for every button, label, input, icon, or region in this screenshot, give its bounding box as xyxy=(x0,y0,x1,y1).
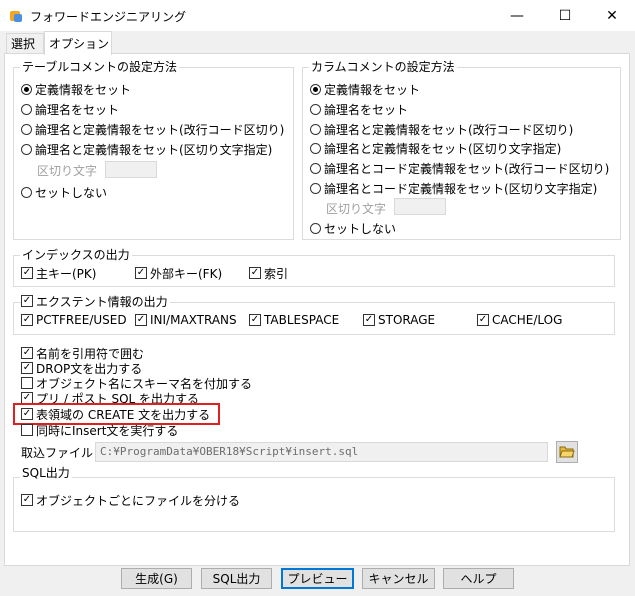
checkbox-icon: ✓ xyxy=(21,362,33,374)
column-comment-option-logical-def-delimiter[interactable]: 論理名と定義情報をセット(区切り文字指定) xyxy=(310,139,561,157)
radio-icon xyxy=(21,103,32,115)
app-icon xyxy=(8,8,24,24)
option-label: 論理名とコード定義情報をセット(改行コード区切り) xyxy=(324,161,610,176)
column-comment-option-definition[interactable]: 定義情報をセット xyxy=(310,80,420,98)
column-delimiter-input[interactable] xyxy=(394,198,446,215)
table-comment-option-definition[interactable]: 定義情報をセット xyxy=(21,80,131,98)
extent-initrans-checkbox[interactable]: ✓ INI/MAXTRANS xyxy=(135,311,237,329)
table-comment-option-logical-def-delimiter[interactable]: 論理名と定義情報をセット(区切り文字指定) xyxy=(21,140,272,158)
extent-cachelog-checkbox[interactable]: ✓ CACHE/LOG xyxy=(477,311,562,329)
index-index-checkbox[interactable]: ✓ 索引 xyxy=(249,264,288,282)
radio-icon xyxy=(21,186,32,198)
column-delimiter-label: 区切り文字 xyxy=(326,201,387,216)
option-label: CACHE/LOG xyxy=(492,313,563,327)
cancel-button[interactable]: キャンセル xyxy=(362,568,435,589)
minimize-button[interactable]: — xyxy=(494,0,540,31)
index-fk-checkbox[interactable]: ✓ 外部キー(FK) xyxy=(135,264,222,282)
table-comment-option-logical[interactable]: 論理名をセット xyxy=(21,100,119,118)
checkbox-icon xyxy=(21,424,33,436)
checkbox-icon: ✓ xyxy=(21,295,33,307)
sql-output-button[interactable]: SQL出力 xyxy=(201,568,272,589)
radio-icon xyxy=(310,103,321,115)
radio-icon xyxy=(310,123,321,135)
extent-output-checkbox[interactable]: ✓ エクステント情報の出力 xyxy=(21,292,170,310)
option-label: 論理名をセット xyxy=(35,102,120,117)
maximize-icon: ☐ xyxy=(558,7,572,24)
table-delimiter-label: 区切り文字 xyxy=(37,163,98,178)
minimize-icon: — xyxy=(510,7,524,24)
option-label: STORAGE xyxy=(378,313,436,327)
help-button[interactable]: ヘルプ xyxy=(443,568,514,589)
radio-icon xyxy=(310,222,321,234)
radio-icon xyxy=(310,182,321,194)
option-label: 論理名と定義情報をセット(改行コード区切り) xyxy=(324,122,574,137)
index-output-title: インデックスの出力 xyxy=(20,248,132,262)
checkbox-icon: ✓ xyxy=(135,267,147,279)
radio-icon xyxy=(310,142,321,154)
column-comment-option-logical[interactable]: 論理名をセット xyxy=(310,100,408,118)
table-comment-option-logical-def-newline[interactable]: 論理名と定義情報をセット(改行コード区切り) xyxy=(21,120,284,138)
option-label: 論理名をセット xyxy=(324,102,409,117)
column-comment-option-none[interactable]: セットしない xyxy=(310,219,396,237)
split-files-checkbox[interactable]: ✓ オブジェクトごとにファイルを分ける xyxy=(21,491,240,509)
radio-icon xyxy=(310,162,321,174)
option-label: 定義情報をセット xyxy=(324,82,421,97)
extent-pctfree-checkbox[interactable]: ✓ PCTFREE/USED xyxy=(21,311,127,329)
checkbox-icon: ✓ xyxy=(249,314,261,326)
window-title: フォワードエンジニアリング xyxy=(30,10,187,24)
radio-icon xyxy=(21,83,32,95)
extent-tablespace-checkbox[interactable]: ✓ TABLESPACE xyxy=(249,311,339,329)
option-label: 論理名と定義情報をセット(区切り文字指定) xyxy=(324,141,562,156)
column-comment-title: カラムコメントの設定方法 xyxy=(309,60,457,74)
extent-storage-checkbox[interactable]: ✓ STORAGE xyxy=(363,311,435,329)
preview-button[interactable]: プレビュー xyxy=(281,568,354,589)
option-label: INI/MAXTRANS xyxy=(150,313,237,327)
option-label: 論理名と定義情報をセット(区切り文字指定) xyxy=(35,142,273,157)
tab-options[interactable]: オプション xyxy=(44,31,112,55)
generate-button[interactable]: 生成(G) xyxy=(121,568,192,589)
checkbox-icon: ✓ xyxy=(363,314,375,326)
execute-insert-checkbox[interactable]: 同時にInsert文を実行する xyxy=(21,421,178,439)
table-comment-title: テーブルコメントの設定方法 xyxy=(20,60,180,74)
radio-icon xyxy=(310,83,321,95)
option-label: TABLESPACE xyxy=(264,313,340,327)
checkbox-icon: ✓ xyxy=(21,314,33,326)
checkbox-icon: ✓ xyxy=(21,494,33,506)
checkbox-icon: ✓ xyxy=(477,314,489,326)
folder-open-icon xyxy=(559,446,575,458)
column-comment-option-code-def-newline[interactable]: 論理名とコード定義情報をセット(改行コード区切り) xyxy=(310,159,609,177)
sql-output-title: SQL出力 xyxy=(20,466,72,480)
checkbox-icon: ✓ xyxy=(21,347,33,359)
column-comment-option-code-def-delimiter[interactable]: 論理名とコード定義情報をセット(区切り文字指定) xyxy=(310,179,597,197)
option-label: オブジェクトごとにファイルを分ける xyxy=(36,493,241,508)
column-comment-option-logical-def-newline[interactable]: 論理名と定義情報をセット(改行コード区切り) xyxy=(310,120,573,138)
browse-button[interactable] xyxy=(556,441,578,463)
close-icon: ✕ xyxy=(606,7,618,24)
maximize-button[interactable]: ☐ xyxy=(542,0,588,31)
extent-output-title: エクステント情報の出力 xyxy=(36,294,168,309)
checkbox-icon: ✓ xyxy=(249,267,261,279)
radio-icon xyxy=(21,123,32,135)
close-button[interactable]: ✕ xyxy=(589,0,635,31)
option-label: 外部キー(FK) xyxy=(150,266,223,281)
radio-icon xyxy=(21,143,32,155)
option-label: 索引 xyxy=(264,266,289,281)
option-label: 定義情報をセット xyxy=(35,82,132,97)
checkbox-icon: ✓ xyxy=(135,314,147,326)
option-label: 論理名と定義情報をセット(改行コード区切り) xyxy=(35,122,285,137)
tab-select[interactable]: 選択 xyxy=(6,33,44,53)
option-label: セットしない xyxy=(324,221,397,236)
option-label: PCTFREE/USED xyxy=(36,313,127,327)
table-comment-option-none[interactable]: セットしない xyxy=(21,183,107,201)
import-file-label: 取込ファイル xyxy=(21,445,94,460)
option-label: 同時にInsert文を実行する xyxy=(36,423,179,438)
option-label: 主キー(PK) xyxy=(36,266,97,281)
import-file-input[interactable]: C:¥ProgramData¥OBER18¥Script¥insert.sql xyxy=(95,442,548,462)
option-label: 論理名とコード定義情報をセット(区切り文字指定) xyxy=(324,181,598,196)
checkbox-icon xyxy=(21,377,33,389)
checkbox-icon: ✓ xyxy=(21,267,33,279)
table-delimiter-input[interactable] xyxy=(105,161,157,178)
option-label: セットしない xyxy=(35,185,108,200)
index-pk-checkbox[interactable]: ✓ 主キー(PK) xyxy=(21,264,96,282)
